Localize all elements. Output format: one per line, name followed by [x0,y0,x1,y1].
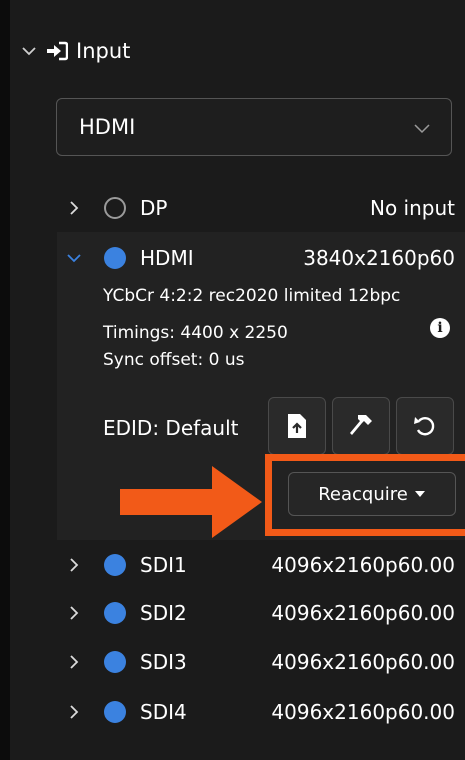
chevron-down-icon [67,254,81,263]
edid-label: EDID: Default [103,416,239,440]
timings-text: Timings: 4400 x 2250 [103,323,288,343]
input-status: No input [370,196,455,220]
input-name: SDI3 [140,650,187,674]
input-name: SDI1 [140,553,187,577]
reset-icon [414,417,435,436]
input-name: DP [140,196,168,220]
input-status: 4096x2160p60.00 [271,650,455,674]
input-name: SDI4 [140,700,187,724]
chevron-right-icon [70,606,79,620]
input-section-header[interactable]: Input [20,34,130,68]
build-edid-button[interactable] [332,397,390,455]
status-dot [104,247,126,269]
source-select-value: HDMI [79,115,136,139]
upload-file-icon [288,414,306,438]
status-dot [104,197,126,219]
input-status: 4096x2160p60.00 [271,553,455,577]
input-status: 4096x2160p60.00 [271,601,455,625]
input-name: SDI2 [140,601,187,625]
status-dot [104,602,126,624]
chevron-right-icon [70,655,79,669]
chevron-right-icon [70,201,79,215]
input-status: 4096x2160p60.00 [271,700,455,724]
source-select[interactable]: HDMI [56,98,452,156]
reset-edid-button[interactable] [396,397,454,455]
highlight-box [265,454,465,536]
section-title: Input [76,39,131,63]
sync-offset-text: Sync offset: 0 us [103,350,245,370]
signal-format: YCbCr 4:2:2 rec2020 limited 12bpc [103,286,401,306]
chevron-right-icon [70,705,79,719]
info-icon[interactable]: i [430,318,450,338]
input-row-hdmi[interactable]: HDMI 3840x2160p60 [60,238,455,278]
chevron-right-icon [70,558,79,572]
status-dot [104,701,126,723]
status-dot [104,554,126,576]
chevron-down-icon [414,124,430,134]
input-status: 3840x2160p60 [303,246,455,270]
input-row-dp[interactable]: DP No input [60,188,455,228]
arrow-icon [120,466,262,538]
input-row-sdi2[interactable]: SDI2 4096x2160p60.00 [60,593,455,633]
status-dot [104,651,126,673]
login-arrow-icon [47,41,68,61]
input-row-sdi3[interactable]: SDI3 4096x2160p60.00 [60,642,455,682]
input-row-sdi1[interactable]: SDI1 4096x2160p60.00 [60,545,455,585]
chevron-down-icon [22,47,36,56]
input-name: HDMI [140,246,194,270]
upload-edid-button[interactable] [268,397,326,455]
hammer-icon [350,415,372,435]
input-row-sdi4[interactable]: SDI4 4096x2160p60.00 [60,692,455,732]
